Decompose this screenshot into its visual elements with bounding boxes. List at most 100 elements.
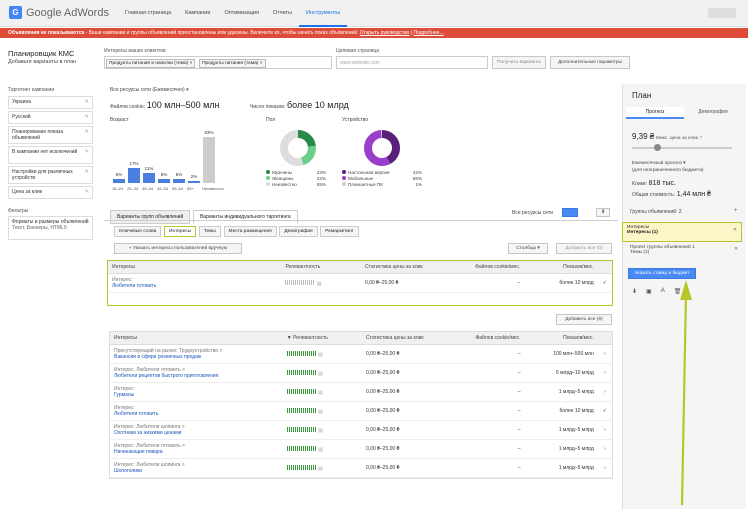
nav-campaigns[interactable]: Кампании bbox=[178, 0, 217, 27]
add-manual-interests-button[interactable]: + Указать интересы пользователей вручную bbox=[114, 243, 242, 254]
add-all-button-top[interactable]: Добавить все (0) bbox=[556, 243, 612, 254]
sidebar-item-schedule[interactable]: Планирование показа объявлений ✎ bbox=[8, 126, 93, 144]
chart-icon[interactable]: ▤ bbox=[318, 352, 323, 358]
sidebar-item-location[interactable]: Украина ✎ bbox=[8, 96, 93, 109]
chart-icon[interactable]: ▤ bbox=[318, 466, 323, 472]
interest-link[interactable]: Вакансии в сфере розничных продаж bbox=[114, 354, 279, 360]
plan-tab-demographics[interactable]: Демография bbox=[684, 107, 742, 119]
subtab-topics[interactable]: Темы bbox=[198, 226, 221, 237]
chart-icon[interactable]: ▤ bbox=[317, 281, 322, 287]
col-impressions[interactable]: Показов/мес. bbox=[524, 332, 598, 345]
impressions-cell: 1 млрд–5 млрд bbox=[524, 439, 598, 459]
col-interests[interactable]: Интересы bbox=[108, 261, 282, 274]
interest-link[interactable]: Любители рецептов быстрого приготовления bbox=[114, 373, 279, 379]
columns-button[interactable]: Столбцы ▾ bbox=[508, 243, 548, 254]
legend-item: Женщины 22% bbox=[266, 176, 326, 181]
cpc-slider-track[interactable] bbox=[632, 147, 732, 149]
monthly-forecast[interactable]: Ежемесячный прогноз ▾ bbox=[632, 161, 686, 166]
legend-pct: 22% bbox=[316, 176, 326, 181]
alert-more-link[interactable]: Подробнее... bbox=[414, 30, 444, 36]
target-page-input[interactable]: www.website.com bbox=[336, 56, 488, 69]
interest-link[interactable]: Начинающие повара bbox=[114, 449, 279, 455]
nav-reports[interactable]: Отчеты bbox=[266, 0, 299, 27]
subtab-interests[interactable]: Интересы bbox=[164, 226, 197, 237]
plan-tab-forecast[interactable]: Прогноз bbox=[626, 107, 684, 119]
remove-icon[interactable]: ✕ bbox=[733, 228, 737, 233]
col-cpc[interactable]: Статистика цены за клик bbox=[361, 261, 453, 274]
sidebar-item-exclusions[interactable]: В кампании нет исключений ✎ bbox=[8, 146, 93, 164]
interest-link[interactable]: Любители готовить bbox=[112, 283, 277, 289]
subtab-demographics[interactable]: Демография bbox=[279, 226, 318, 237]
pencil-icon[interactable]: ✎ bbox=[85, 99, 89, 105]
sidebar-item-cpc[interactable]: Цена за клик ✎ bbox=[8, 186, 93, 199]
get-ideas-button[interactable]: Получить варианты bbox=[492, 56, 546, 69]
help-icon[interactable]: ? bbox=[699, 136, 702, 141]
pencil-icon[interactable]: ✎ bbox=[85, 129, 89, 135]
interest-cell: Интерес: Любители шопинга > Охотники за н… bbox=[110, 420, 283, 440]
interest-cell: Интерес: Любители готовить bbox=[108, 273, 282, 293]
chart-icon[interactable]: ▤ bbox=[318, 428, 323, 434]
chart-icon[interactable]: ▤ bbox=[318, 371, 323, 377]
subtab-keywords[interactable]: Ключевые слова bbox=[114, 226, 162, 237]
interest-link[interactable]: Любители готовить bbox=[114, 411, 279, 417]
nav-home[interactable]: Главная страница bbox=[118, 0, 178, 27]
col-cpc[interactable]: Статистика цены за клик bbox=[362, 332, 454, 345]
col-cookies[interactable]: Файлов cookie/мес. bbox=[452, 261, 525, 274]
col-cookies[interactable]: Файлов cookie/мес. bbox=[453, 332, 525, 345]
age-bar-label: 5% bbox=[115, 171, 123, 177]
account-box[interactable] bbox=[708, 8, 736, 18]
col-relevance[interactable]: ▼ Релевантность bbox=[282, 332, 362, 345]
more-options-button[interactable]: Дополнительные параметры bbox=[550, 56, 630, 69]
interest-chip-2[interactable]: Продукты питания (тема) × bbox=[199, 59, 266, 68]
col-impressions[interactable]: Показов/мес. bbox=[524, 261, 598, 274]
impressions-label: Число показов: bbox=[250, 104, 286, 110]
alert-text: - Ваши кампании и группы объявлений прио… bbox=[84, 30, 359, 36]
sidebar-item-devices[interactable]: Настройки для различных устройств ✎ bbox=[8, 166, 93, 184]
source-dropdown[interactable]: Все ресурсы сети (Ежемесячно) ▾ bbox=[110, 87, 189, 93]
col-interests[interactable]: Интересы bbox=[110, 332, 283, 345]
relevance-bar bbox=[285, 279, 316, 285]
pencil-icon[interactable]: ✎ bbox=[85, 149, 89, 155]
interest-cell: Интерес: Любители шопинга > Шопоголики bbox=[110, 458, 283, 478]
pencil-icon[interactable]: ✎ bbox=[85, 219, 89, 225]
remove-icon[interactable]: ✕ bbox=[734, 247, 738, 252]
relevance-cell: ▤ bbox=[281, 273, 362, 293]
tab-individual-targeting[interactable]: Варианты индивидуального таргетинга bbox=[192, 210, 298, 224]
plan-group-draft[interactable]: Проект группы объявлений 1 Темы (2) ✕ bbox=[626, 244, 742, 260]
interests-input[interactable]: Продукты питания и напитки (тема) × Прод… bbox=[104, 56, 332, 69]
interest-link[interactable]: Охотники за низкими ценами bbox=[114, 430, 279, 436]
age-title: Возраст bbox=[110, 117, 129, 123]
source-select-label: Все ресурсы сети bbox=[512, 210, 553, 216]
cpc-slider-handle[interactable] bbox=[654, 144, 661, 151]
legend-dot bbox=[266, 182, 270, 186]
tab-adgroup-ideas[interactable]: Варианты групп объявлений bbox=[110, 210, 191, 224]
chart-toggle[interactable] bbox=[562, 208, 578, 217]
page-subtitle: Добавьте варианты в план bbox=[8, 59, 77, 65]
sidebar-item-formats[interactable]: Форматы и размеры объявлений Текст, Банн… bbox=[8, 216, 93, 240]
nav-tools[interactable]: Инструменты bbox=[298, 0, 348, 27]
pencil-icon[interactable]: ✎ bbox=[85, 114, 89, 120]
adwords-logo[interactable]: G Google AdWords bbox=[9, 6, 109, 19]
nav-optimization[interactable]: Оптимизация bbox=[217, 0, 265, 27]
cookies-label: Файлов cookie: bbox=[110, 104, 146, 110]
subtab-placements[interactable]: Места размещения bbox=[223, 226, 277, 237]
download-button[interactable]: ⬇ bbox=[596, 208, 610, 217]
interest-link[interactable]: Гурманы bbox=[114, 392, 279, 398]
alert-guide-link[interactable]: Открыть руководство bbox=[360, 30, 410, 36]
legend-dot bbox=[342, 176, 346, 180]
plan-group-interests[interactable]: Интересы Интересы (1) ✕ bbox=[622, 222, 742, 242]
google-logo-icon: G bbox=[9, 6, 22, 19]
interest-chip-1[interactable]: Продукты питания и напитки (тема) × bbox=[106, 59, 196, 68]
interest-link[interactable]: Шопоголики bbox=[114, 468, 279, 474]
col-relevance[interactable]: Релевантность bbox=[281, 261, 362, 274]
pencil-icon[interactable]: ✎ bbox=[85, 169, 89, 175]
chart-icon[interactable]: ▤ bbox=[318, 447, 323, 453]
add-group-icon[interactable]: + bbox=[734, 208, 738, 214]
pencil-icon[interactable]: ✎ bbox=[85, 189, 89, 195]
cookies-cell: – bbox=[453, 420, 525, 440]
age-bar bbox=[158, 178, 170, 183]
chart-icon[interactable]: ▤ bbox=[318, 409, 323, 415]
chart-icon[interactable]: ▤ bbox=[318, 390, 323, 396]
sidebar-item-language[interactable]: Русский ✎ bbox=[8, 111, 93, 124]
subtab-remarketing[interactable]: Ремаркетинг bbox=[320, 226, 359, 237]
